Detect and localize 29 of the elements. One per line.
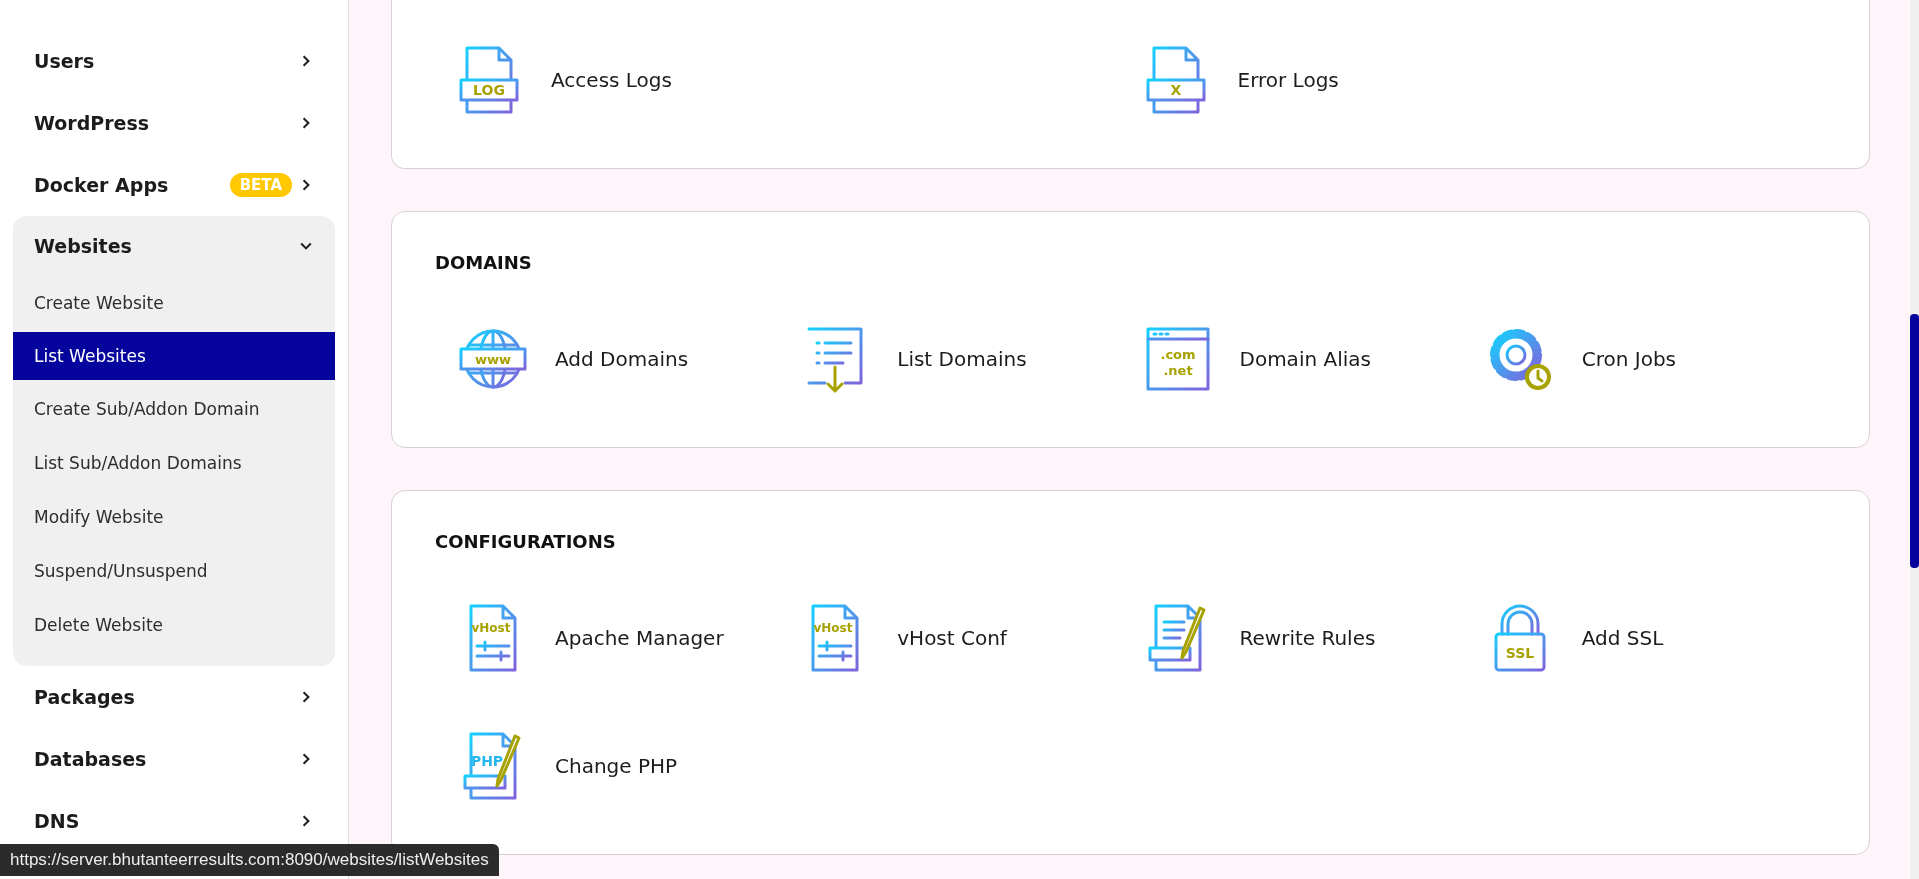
scrollbar-thumb[interactable] bbox=[1910, 314, 1919, 568]
nav-item[interactable]: Packages bbox=[0, 666, 348, 728]
tool-link[interactable]: Cron Jobs bbox=[1483, 323, 1826, 395]
submenu-item[interactable]: Create Sub/Addon Domain bbox=[13, 382, 335, 436]
submenu-item[interactable]: List Websites bbox=[13, 332, 335, 380]
submenu-item[interactable]: Modify Website bbox=[13, 490, 335, 544]
submenu-item[interactable]: Delete Website bbox=[13, 598, 335, 652]
tool-link[interactable]: vHost vHost Conf bbox=[799, 602, 1142, 674]
tool-link[interactable]: List Domains bbox=[799, 323, 1142, 395]
tool-link[interactable]: LOG Access Logs bbox=[453, 44, 1140, 116]
section-title: CONFIGURATIONS bbox=[435, 531, 617, 552]
submenu-item[interactable]: List Sub/Addon Domains bbox=[13, 436, 335, 490]
tool-link[interactable]: .com .net Domain Alias bbox=[1141, 323, 1484, 395]
url-tooltip: https://server.bhutanteerresults.com:8090/websites/listWebsites bbox=[0, 844, 499, 876]
nav-item[interactable]: Docker Apps BETA bbox=[0, 154, 348, 216]
tool-link[interactable]: www Add Domains bbox=[457, 323, 800, 395]
submenu-item[interactable]: Create Website bbox=[13, 276, 335, 330]
nav-item[interactable]: Databases bbox=[0, 728, 348, 790]
tool-link[interactable]: PHP Change PHP bbox=[457, 730, 800, 802]
beta-badge: BETA bbox=[229, 173, 292, 197]
nav-item[interactable]: Users bbox=[0, 30, 348, 92]
submenu-item[interactable]: Suspend/Unsuspend bbox=[13, 544, 335, 598]
tool-link[interactable]: SSL Add SSL bbox=[1483, 602, 1826, 674]
section-title: DOMAINS bbox=[435, 252, 533, 273]
tool-link[interactable]: Rewrite Rules bbox=[1141, 602, 1484, 674]
nav-item[interactable]: Websites bbox=[13, 216, 335, 276]
nav-item[interactable]: WordPress bbox=[0, 92, 348, 154]
tool-link[interactable]: X Error Logs bbox=[1139, 44, 1826, 116]
tool-link[interactable]: vHost Apache Manager bbox=[457, 602, 800, 674]
